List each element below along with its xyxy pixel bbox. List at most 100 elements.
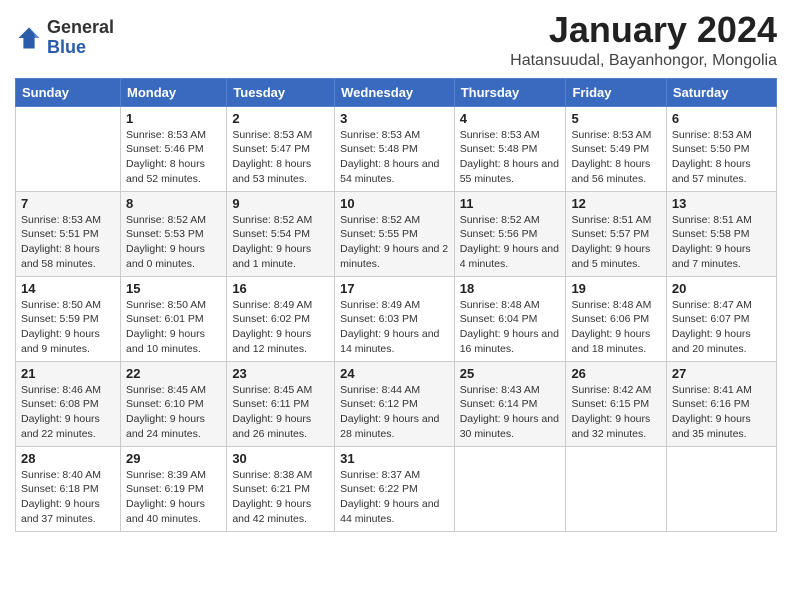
calendar-cell xyxy=(566,446,666,531)
day-info: Sunrise: 8:38 AMSunset: 6:21 PMDaylight:… xyxy=(232,468,329,527)
day-number: 15 xyxy=(126,281,221,296)
day-number: 17 xyxy=(340,281,449,296)
day-number: 3 xyxy=(340,111,449,126)
day-number: 21 xyxy=(21,366,115,381)
calendar-cell: 5 Sunrise: 8:53 AMSunset: 5:49 PMDaylight… xyxy=(566,106,666,191)
day-number: 23 xyxy=(232,366,329,381)
day-info: Sunrise: 8:46 AMSunset: 6:08 PMDaylight:… xyxy=(21,383,115,442)
calendar-week-row: 14 Sunrise: 8:50 AMSunset: 5:59 PMDayligh… xyxy=(16,276,777,361)
logo: General Blue xyxy=(15,18,114,58)
day-info: Sunrise: 8:41 AMSunset: 6:16 PMDaylight:… xyxy=(672,383,771,442)
calendar-cell xyxy=(666,446,776,531)
day-number: 19 xyxy=(571,281,660,296)
day-info: Sunrise: 8:44 AMSunset: 6:12 PMDaylight:… xyxy=(340,383,449,442)
calendar-cell: 20 Sunrise: 8:47 AMSunset: 6:07 PMDayligh… xyxy=(666,276,776,361)
weekday-header: Friday xyxy=(566,78,666,106)
weekday-header: Sunday xyxy=(16,78,121,106)
day-number: 29 xyxy=(126,451,221,466)
calendar-cell: 12 Sunrise: 8:51 AMSunset: 5:57 PMDayligh… xyxy=(566,191,666,276)
calendar-cell: 29Sunrise: 8:39 AMSunset: 6:19 PMDayligh… xyxy=(121,446,227,531)
day-info: Sunrise: 8:53 AMSunset: 5:51 PMDaylight:… xyxy=(21,213,115,272)
day-info: Sunrise: 8:53 AMSunset: 5:50 PMDaylight:… xyxy=(672,128,771,187)
weekday-header: Monday xyxy=(121,78,227,106)
calendar-cell: 25 Sunrise: 8:43 AMSunset: 6:14 PMDayligh… xyxy=(454,361,566,446)
day-number: 27 xyxy=(672,366,771,381)
day-info: Sunrise: 8:47 AMSunset: 6:07 PMDaylight:… xyxy=(672,298,771,357)
day-info: Sunrise: 8:52 AMSunset: 5:56 PMDaylight:… xyxy=(460,213,561,272)
day-info: Sunrise: 8:49 AMSunset: 6:02 PMDaylight:… xyxy=(232,298,329,357)
day-info: Sunrise: 8:40 AMSunset: 6:18 PMDaylight:… xyxy=(21,468,115,527)
calendar-cell: 10 Sunrise: 8:52 AMSunset: 5:55 PMDayligh… xyxy=(335,191,455,276)
weekday-header: Tuesday xyxy=(227,78,335,106)
day-info: Sunrise: 8:42 AMSunset: 6:15 PMDaylight:… xyxy=(571,383,660,442)
day-number: 20 xyxy=(672,281,771,296)
day-number: 22 xyxy=(126,366,221,381)
calendar-cell: 19 Sunrise: 8:48 AMSunset: 6:06 PMDayligh… xyxy=(566,276,666,361)
calendar-cell: 27 Sunrise: 8:41 AMSunset: 6:16 PMDayligh… xyxy=(666,361,776,446)
calendar-cell: 8Sunrise: 8:52 AMSunset: 5:53 PMDaylight… xyxy=(121,191,227,276)
day-info: Sunrise: 8:53 AMSunset: 5:47 PMDaylight:… xyxy=(232,128,329,187)
weekday-header: Thursday xyxy=(454,78,566,106)
day-info: Sunrise: 8:51 AMSunset: 5:58 PMDaylight:… xyxy=(672,213,771,272)
day-number: 10 xyxy=(340,196,449,211)
day-info: Sunrise: 8:53 AMSunset: 5:48 PMDaylight:… xyxy=(340,128,449,187)
day-number: 4 xyxy=(460,111,561,126)
day-number: 12 xyxy=(571,196,660,211)
day-number: 25 xyxy=(460,366,561,381)
day-number: 16 xyxy=(232,281,329,296)
calendar-week-row: 21 Sunrise: 8:46 AMSunset: 6:08 PMDayligh… xyxy=(16,361,777,446)
calendar-cell: 16 Sunrise: 8:49 AMSunset: 6:02 PMDayligh… xyxy=(227,276,335,361)
day-number: 9 xyxy=(232,196,329,211)
day-number: 11 xyxy=(460,196,561,211)
day-info: Sunrise: 8:52 AMSunset: 5:55 PMDaylight:… xyxy=(340,213,449,272)
day-number: 6 xyxy=(672,111,771,126)
calendar-cell: 3 Sunrise: 8:53 AMSunset: 5:48 PMDaylight… xyxy=(335,106,455,191)
day-info: Sunrise: 8:50 AMSunset: 6:01 PMDaylight:… xyxy=(126,298,221,357)
calendar-cell: 14 Sunrise: 8:50 AMSunset: 5:59 PMDayligh… xyxy=(16,276,121,361)
day-number: 14 xyxy=(21,281,115,296)
calendar-cell: 21 Sunrise: 8:46 AMSunset: 6:08 PMDayligh… xyxy=(16,361,121,446)
calendar-cell xyxy=(454,446,566,531)
day-number: 18 xyxy=(460,281,561,296)
calendar-cell: 26Sunrise: 8:42 AMSunset: 6:15 PMDayligh… xyxy=(566,361,666,446)
day-info: Sunrise: 8:45 AMSunset: 6:11 PMDaylight:… xyxy=(232,383,329,442)
calendar-table: SundayMondayTuesdayWednesdayThursdayFrid… xyxy=(15,78,777,532)
day-info: Sunrise: 8:48 AMSunset: 6:04 PMDaylight:… xyxy=(460,298,561,357)
calendar-week-row: 1 Sunrise: 8:53 AMSunset: 5:46 PMDaylight… xyxy=(16,106,777,191)
day-info: Sunrise: 8:52 AMSunset: 5:54 PMDaylight:… xyxy=(232,213,329,272)
day-info: Sunrise: 8:53 AMSunset: 5:49 PMDaylight:… xyxy=(571,128,660,187)
calendar-cell: 18 Sunrise: 8:48 AMSunset: 6:04 PMDayligh… xyxy=(454,276,566,361)
calendar-cell: 17 Sunrise: 8:49 AMSunset: 6:03 PMDayligh… xyxy=(335,276,455,361)
day-number: 8 xyxy=(126,196,221,211)
logo-text: General Blue xyxy=(47,18,114,58)
month-title: January 2024 xyxy=(510,10,777,50)
day-info: Sunrise: 8:43 AMSunset: 6:14 PMDaylight:… xyxy=(460,383,561,442)
calendar-cell: 2Sunrise: 8:53 AMSunset: 5:47 PMDaylight… xyxy=(227,106,335,191)
calendar-cell: 9 Sunrise: 8:52 AMSunset: 5:54 PMDaylight… xyxy=(227,191,335,276)
title-section: January 2024 Hatansuudal, Bayanhongor, M… xyxy=(510,10,777,70)
day-number: 13 xyxy=(672,196,771,211)
header-row: SundayMondayTuesdayWednesdayThursdayFrid… xyxy=(16,78,777,106)
logo-icon xyxy=(15,24,43,52)
calendar-cell xyxy=(16,106,121,191)
calendar-cell: 28Sunrise: 8:40 AMSunset: 6:18 PMDayligh… xyxy=(16,446,121,531)
calendar-cell: 23 Sunrise: 8:45 AMSunset: 6:11 PMDayligh… xyxy=(227,361,335,446)
day-info: Sunrise: 8:53 AMSunset: 5:48 PMDaylight:… xyxy=(460,128,561,187)
weekday-header: Wednesday xyxy=(335,78,455,106)
day-number: 7 xyxy=(21,196,115,211)
day-info: Sunrise: 8:50 AMSunset: 5:59 PMDaylight:… xyxy=(21,298,115,357)
calendar-cell: 30Sunrise: 8:38 AMSunset: 6:21 PMDayligh… xyxy=(227,446,335,531)
day-info: Sunrise: 8:48 AMSunset: 6:06 PMDaylight:… xyxy=(571,298,660,357)
page-header: General Blue January 2024 Hatansuudal, B… xyxy=(15,10,777,70)
day-number: 5 xyxy=(571,111,660,126)
weekday-header: Saturday xyxy=(666,78,776,106)
day-info: Sunrise: 8:49 AMSunset: 6:03 PMDaylight:… xyxy=(340,298,449,357)
calendar-week-row: 7 Sunrise: 8:53 AMSunset: 5:51 PMDaylight… xyxy=(16,191,777,276)
calendar-cell: 4 Sunrise: 8:53 AMSunset: 5:48 PMDaylight… xyxy=(454,106,566,191)
calendar-cell: 22Sunrise: 8:45 AMSunset: 6:10 PMDayligh… xyxy=(121,361,227,446)
calendar-cell: 31Sunrise: 8:37 AMSunset: 6:22 PMDayligh… xyxy=(335,446,455,531)
calendar-cell: 6 Sunrise: 8:53 AMSunset: 5:50 PMDaylight… xyxy=(666,106,776,191)
day-info: Sunrise: 8:51 AMSunset: 5:57 PMDaylight:… xyxy=(571,213,660,272)
day-number: 1 xyxy=(126,111,221,126)
day-info: Sunrise: 8:53 AMSunset: 5:46 PMDaylight:… xyxy=(126,128,221,187)
